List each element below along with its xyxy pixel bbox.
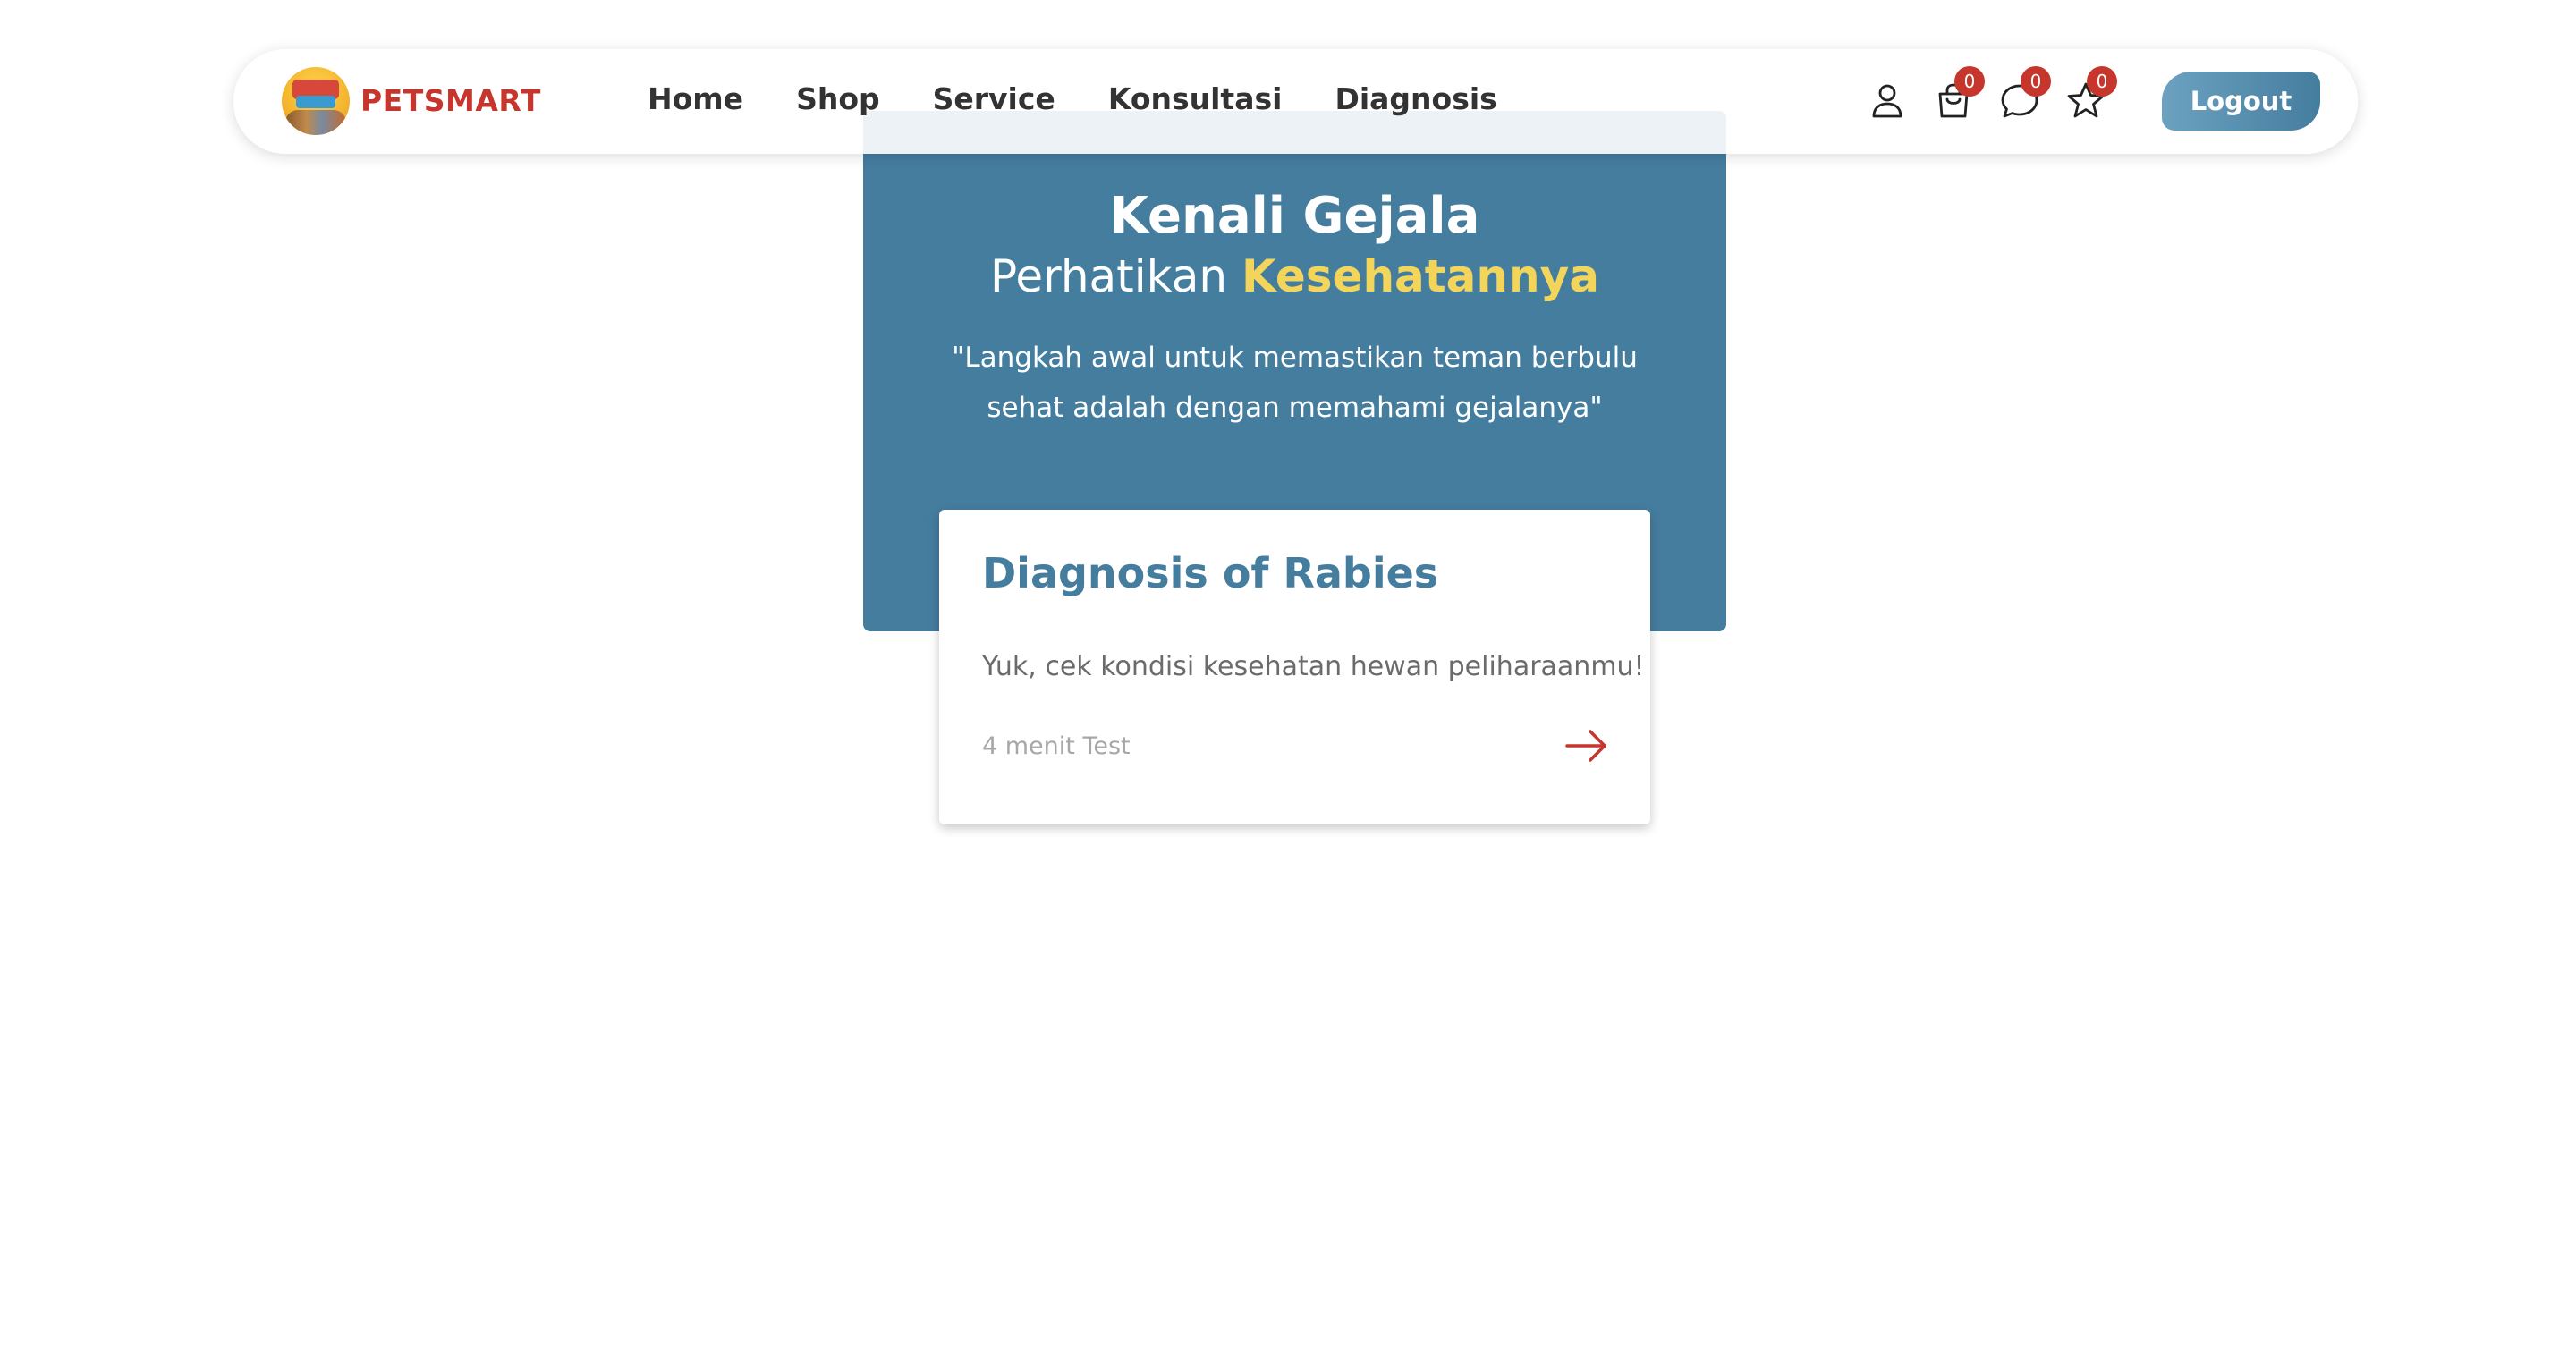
user-icon[interactable]: [1865, 79, 1910, 123]
brand-name[interactable]: PETSMART: [360, 80, 541, 123]
hero-subtitle-prefix: Perhatikan: [990, 250, 1228, 302]
card-description: Yuk, cek kondisi kesehatan hewan pelihar…: [982, 651, 1645, 682]
nav-links: Home Shop Service Konsultasi Diagnosis: [648, 78, 1550, 121]
logo-tag-shape-secondary: [296, 96, 335, 108]
nav-link-shop[interactable]: Shop: [796, 78, 880, 121]
wishlist-count-badge: 0: [2087, 66, 2117, 97]
logo-pets-illustration: [285, 110, 346, 135]
hero-subtitle: Perhatikan Kesehatannya: [863, 245, 1726, 308]
nav-link-diagnosis[interactable]: Diagnosis: [1335, 78, 1496, 121]
hero-subtitle-accent: Kesehatannya: [1241, 250, 1599, 302]
hero-title: Kenali Gejala: [1109, 187, 1480, 245]
chat-icon[interactable]: 0: [1997, 66, 2051, 123]
petshop-logo[interactable]: [282, 67, 350, 135]
navbar: PETSMART Home Shop Service Konsultasi Di…: [233, 49, 2358, 154]
diagnosis-card[interactable]: Diagnosis of Rabies Yuk, cek kondisi kes…: [939, 510, 1650, 824]
cart-count-badge: 0: [1954, 66, 1985, 97]
logout-button[interactable]: Logout: [2162, 72, 2320, 131]
arrow-right-icon[interactable]: [1563, 723, 1610, 769]
shopping-bag-icon[interactable]: 0: [1931, 66, 1985, 123]
nav-link-home[interactable]: Home: [648, 78, 743, 121]
nav-link-konsultasi[interactable]: Konsultasi: [1108, 78, 1283, 121]
hero-quote: "Langkah awal untuk memastikan teman ber…: [952, 342, 1638, 424]
card-duration: 4 menit Test: [982, 732, 1131, 760]
card-title: Diagnosis of Rabies: [982, 549, 1439, 597]
star-icon[interactable]: 0: [2063, 66, 2117, 123]
chat-count-badge: 0: [2021, 66, 2051, 97]
nav-link-service[interactable]: Service: [933, 78, 1055, 121]
